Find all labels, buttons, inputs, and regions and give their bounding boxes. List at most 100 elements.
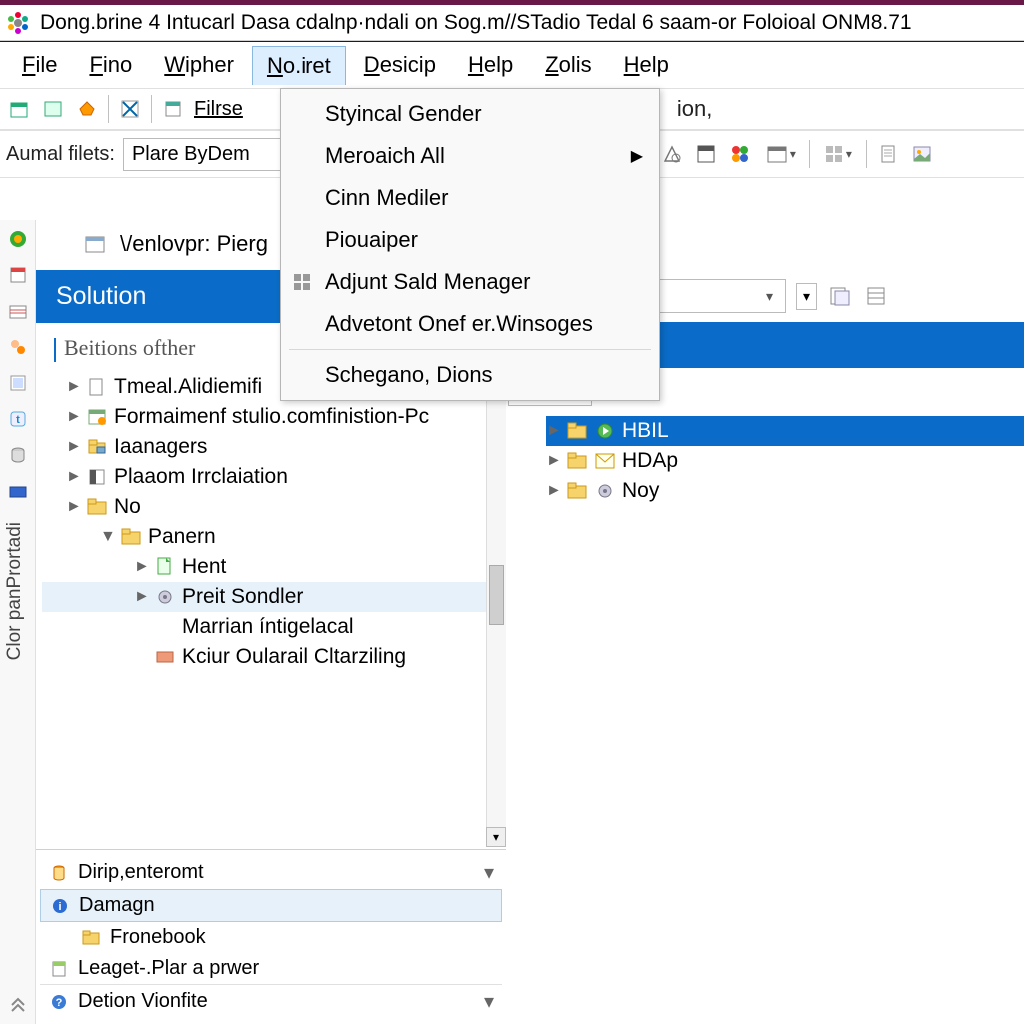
tree-item[interactable]: Marrian íntigelacal [42,612,506,642]
menu-item[interactable]: Styincal Gender [281,93,659,135]
menu-desicip[interactable]: Desicip [350,46,450,84]
folder-icon [80,927,102,949]
page-icon [154,556,176,578]
tree-item[interactable]: Kciur Oularail Cltarziling [42,642,506,672]
doc-icon [48,958,70,980]
v-icon-3[interactable] [5,298,31,324]
brick-icon [154,646,176,668]
filter-input[interactable]: Plare ByDem [123,138,283,171]
menu-help-1[interactable]: Help [454,46,527,84]
tree-item[interactable]: ►Formaimenf stulio.comfinistion-Pc [42,402,506,432]
menu-help-2[interactable]: Help [610,46,683,84]
tb-icon-grid[interactable]: ▾ [818,141,858,167]
tb-icon-window[interactable] [693,141,719,167]
tb-icon-colors[interactable] [727,141,753,167]
v-icon-2[interactable] [5,262,31,288]
tree-item-label: Hent [182,555,226,579]
menu-wipher[interactable]: Wipher [150,46,248,84]
menu-file[interactable]: File [8,46,71,84]
menu-item[interactable]: Adjunt Sald Menager [281,261,659,303]
help-icon: ? [48,991,70,1013]
expand-icon[interactable]: ► [546,452,560,470]
tree-item-label: Noy [622,479,659,503]
tb-icon-img[interactable] [909,141,935,167]
v-icon-4[interactable] [5,334,31,360]
menu-item[interactable]: Piouaiper [281,219,659,261]
toolbar-filrse-link[interactable]: Filrse [194,98,243,121]
folder-icon [86,496,108,518]
expand-icon[interactable]: ► [66,378,80,396]
tree-item[interactable]: ►Preit Sondler [42,582,506,612]
expand-icon[interactable]: ► [134,588,148,606]
right-tb-icon-1[interactable] [827,283,853,309]
tb-icon-shape[interactable] [659,141,685,167]
v-icon-5[interactable] [5,370,31,396]
expand-icon[interactable]: ► [546,482,560,500]
folder-icon [120,526,142,548]
menu-item[interactable]: Advetont Onef er.Winsoges [281,303,659,345]
menu-item[interactable]: Cinn Mediler [281,177,659,219]
bottom-header: Dirip,enteromt [78,861,204,884]
grid-icon [291,271,313,293]
folder-icon [566,480,588,502]
tree-item[interactable]: ►No [42,492,506,522]
menu-noiret[interactable]: No.iret [252,46,346,85]
bottom-item-damagn[interactable]: i Damagn [40,889,502,922]
info-icon: i [49,895,71,917]
tree-item-label: Kciur Oularail Cltarziling [182,645,406,669]
bottom-item-leaget[interactable]: Leaget-.Plar a prwer [40,953,502,984]
expand-icon[interactable]: ► [66,438,80,456]
tb-icon-5[interactable] [160,96,186,122]
expand-icon[interactable]: ▼ [100,528,114,546]
scroll-down-icon[interactable]: ▾ [486,827,506,847]
v-icon-6[interactable]: t [5,406,31,432]
chevron-down-icon[interactable]: ▾ [796,283,817,310]
separator-icon [108,95,109,123]
menu-item-label: Cinn Mediler [325,185,449,211]
v-icon-8[interactable] [5,478,31,504]
v-icon-7[interactable] [5,442,31,468]
tb-icon-cal[interactable]: ▾ [761,141,801,167]
expand-icon[interactable]: ► [66,408,80,426]
tree-item[interactable]: ► Hent [42,552,506,582]
expand-icon[interactable]: ► [66,468,80,486]
tree-item[interactable]: ► HBIL [546,416,1024,446]
bottom-pane: Dirip,enteromt ▾ i Damagn Fronebook Leag… [36,849,506,1024]
expand-icon[interactable]: ► [66,498,80,516]
vertical-label[interactable]: Clor panPrortadi [4,522,31,660]
expand-icon[interactable]: ► [546,422,560,440]
path-icon[interactable] [82,231,108,257]
v-icon-1[interactable] [5,226,31,252]
tb-icon-3[interactable] [74,96,100,122]
tree-item[interactable]: ►Plaaom Irrclaiation [42,462,506,492]
tb-icon-doc[interactable] [875,141,901,167]
app-icon [6,11,30,35]
tree-item-label: HBIL [622,419,669,443]
menu-item[interactable]: Meroaich All▶ [281,135,659,177]
tree-item[interactable]: ► Noy [546,476,1024,506]
bottom-item-fronebook[interactable]: Fronebook [40,922,502,953]
menu-item[interactable]: Schegano, Dions [281,354,659,396]
tb-icon-2[interactable] [40,96,66,122]
tb-icon-4[interactable] [117,96,143,122]
expand-icon[interactable]: ► [134,558,148,576]
scroll-thumb[interactable] [489,565,504,625]
play-icon [594,420,616,442]
tree-item[interactable]: ►Iaanagers [42,432,506,462]
menu-zolis[interactable]: Zolis [531,46,605,84]
prop-icon [86,466,108,488]
right-tb-icon-2[interactable] [863,283,889,309]
bottom-item-detion[interactable]: ? Detion Vionfite ▾ [40,984,502,1018]
tree-item[interactable]: ►HDAp [546,446,1024,476]
window-title: Dong.brine 4 Intucarl Dasa cdalnp·ndali … [40,11,912,35]
chevron-down-icon[interactable]: ▾ [484,860,494,885]
split-button[interactable]: ▾ [796,283,817,310]
filter-label: Aumal filets: [6,143,115,166]
chevron-down-icon[interactable]: ▾ [484,989,494,1014]
tb-icon-1[interactable] [6,96,32,122]
scrollbar[interactable]: ▴ ▾ [486,370,506,847]
tree-item[interactable]: ▼Panern [42,522,506,552]
v-icon-bottom[interactable] [5,992,31,1018]
module-icon [86,436,108,458]
menu-fino[interactable]: Fino [75,46,146,84]
